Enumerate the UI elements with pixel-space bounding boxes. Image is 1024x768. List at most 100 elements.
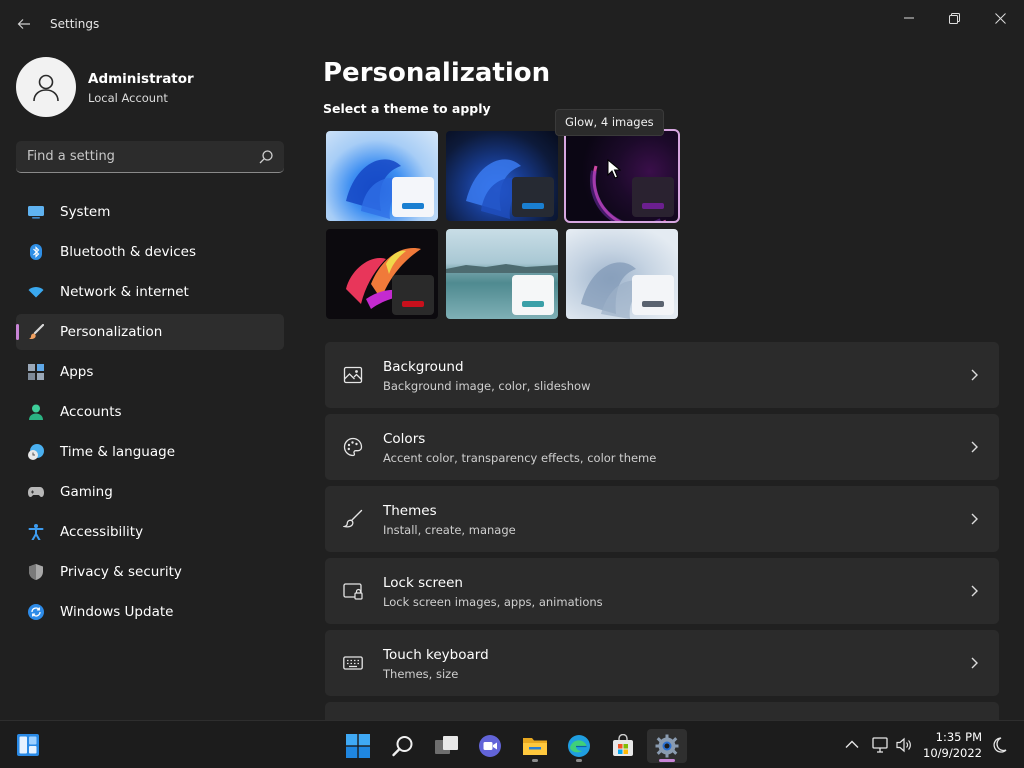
teams-chat-icon — [479, 735, 501, 757]
theme-accent-bar — [402, 203, 424, 209]
sidebar-item-apps[interactable]: Apps — [16, 354, 284, 390]
sidebar-item-label: Apps — [60, 364, 94, 380]
theme-thumbnail-flow[interactable] — [566, 229, 678, 319]
edge-icon — [568, 735, 590, 757]
sidebar-item-label: Network & internet — [60, 284, 189, 300]
theme-accent-bar — [522, 301, 544, 307]
colors-settings-card[interactable]: Colors Accent color, transparency effect… — [325, 414, 999, 480]
update-icon — [28, 604, 44, 620]
task-view-icon — [435, 736, 458, 754]
person-icon — [29, 404, 43, 420]
search-input[interactable]: Find a setting — [16, 141, 284, 173]
running-indicator — [532, 759, 538, 762]
search-placeholder: Find a setting — [27, 149, 115, 164]
theme-thumbnail-windows-dark[interactable] — [446, 131, 558, 221]
back-button[interactable] — [12, 12, 36, 36]
sidebar-item-label: Windows Update — [60, 604, 174, 620]
chevron-right-icon — [971, 369, 978, 381]
themes-settings-card[interactable]: Themes Install, create, manage — [325, 486, 999, 552]
clock-time[interactable]: 1:35 PM — [926, 730, 982, 744]
palette-icon — [343, 437, 363, 457]
card-subtitle: Background image, color, slideshow — [383, 379, 591, 393]
settings-card-partial[interactable] — [325, 702, 999, 720]
page-title: Personalization — [323, 58, 551, 88]
card-subtitle: Install, create, manage — [383, 523, 516, 537]
app-title: Settings — [50, 17, 100, 31]
card-title: Colors — [383, 431, 426, 447]
card-subtitle: Lock screen images, apps, animations — [383, 595, 603, 609]
settings-button[interactable] — [647, 729, 687, 763]
theme-accent-bar — [402, 301, 424, 307]
shield-icon — [29, 564, 43, 580]
sidebar-item-accessibility[interactable]: Accessibility — [16, 514, 284, 550]
task-view-button[interactable] — [427, 729, 467, 763]
active-indicator — [659, 759, 675, 762]
theme-accent-bar — [642, 203, 664, 209]
sidebar-item-personalization[interactable]: Personalization — [16, 314, 284, 350]
sidebar-item-system[interactable]: System — [16, 194, 284, 230]
sidebar-item-network[interactable]: Network & internet — [16, 274, 284, 310]
sidebar-item-label: System — [60, 204, 111, 220]
theme-accent-bar — [522, 203, 544, 209]
store-button[interactable] — [603, 729, 643, 763]
brush-icon — [29, 324, 44, 340]
sidebar-item-gaming[interactable]: Gaming — [16, 474, 284, 510]
running-indicator — [576, 759, 582, 762]
start-button[interactable] — [338, 729, 378, 763]
sidebar-item-windows-update[interactable]: Windows Update — [16, 594, 284, 630]
network-icon[interactable] — [871, 736, 889, 754]
theme-preview-window — [632, 177, 674, 217]
minimize-button[interactable] — [889, 4, 929, 32]
account-type: Local Account — [88, 91, 168, 105]
minimize-icon — [904, 17, 914, 19]
chevron-up-icon[interactable] — [843, 736, 861, 754]
chevron-right-icon — [971, 585, 978, 597]
search-icon[interactable] — [258, 149, 274, 165]
theme-preview-window — [392, 275, 434, 315]
background-settings-card[interactable]: Background Background image, color, slid… — [325, 342, 999, 408]
close-icon — [994, 12, 1006, 24]
sidebar-item-bluetooth[interactable]: Bluetooth & devices — [16, 234, 284, 270]
theme-thumbnail-sunrise[interactable] — [446, 229, 558, 319]
edge-button[interactable] — [559, 729, 599, 763]
notification-moon-icon[interactable] — [990, 736, 1008, 754]
user-name: Administrator — [88, 71, 194, 87]
monitor-icon — [28, 206, 44, 219]
teams-chat-button[interactable] — [470, 729, 510, 763]
card-title: Themes — [383, 503, 437, 519]
sidebar-item-label: Bluetooth & devices — [60, 244, 197, 260]
paintbrush-icon — [343, 509, 363, 528]
sidebar-item-time-language[interactable]: Time & language — [16, 434, 284, 470]
card-title: Lock screen — [383, 575, 463, 591]
restore-button[interactable] — [934, 4, 974, 32]
sidebar-nav: System Bluetooth & devices Network & int… — [16, 194, 284, 634]
file-explorer-button[interactable] — [515, 729, 555, 763]
accessibility-icon — [28, 524, 44, 540]
lock-screen-settings-card[interactable]: Lock screen Lock screen images, apps, an… — [325, 558, 999, 624]
avatar[interactable] — [16, 57, 76, 117]
widgets-icon[interactable] — [17, 734, 39, 756]
sidebar-item-label: Time & language — [60, 444, 176, 460]
bluetooth-icon — [30, 244, 42, 260]
store-icon — [613, 734, 633, 756]
search-icon — [392, 736, 413, 757]
theme-tooltip: Glow, 4 images — [555, 109, 664, 136]
theme-section-heading: Select a theme to apply — [323, 101, 491, 116]
gamepad-icon — [28, 487, 44, 497]
mouse-cursor-icon — [607, 159, 621, 179]
chevron-right-icon — [971, 441, 978, 453]
keyboard-icon — [343, 656, 363, 670]
clock-date[interactable]: 10/9/2022 — [922, 746, 982, 760]
close-button[interactable] — [980, 4, 1020, 32]
file-explorer-icon — [523, 738, 547, 755]
sidebar-item-label: Accessibility — [60, 524, 144, 540]
sidebar-item-accounts[interactable]: Accounts — [16, 394, 284, 430]
windows-start-icon — [346, 734, 370, 758]
theme-thumbnail-glow[interactable] — [564, 129, 680, 223]
volume-icon[interactable] — [895, 736, 913, 754]
sidebar-item-privacy-security[interactable]: Privacy & security — [16, 554, 284, 590]
taskbar-search-button[interactable] — [383, 729, 423, 763]
touch-keyboard-settings-card[interactable]: Touch keyboard Themes, size — [325, 630, 999, 696]
theme-thumbnail-captured-motion[interactable] — [326, 229, 438, 319]
theme-thumbnail-windows-light[interactable] — [326, 131, 438, 221]
